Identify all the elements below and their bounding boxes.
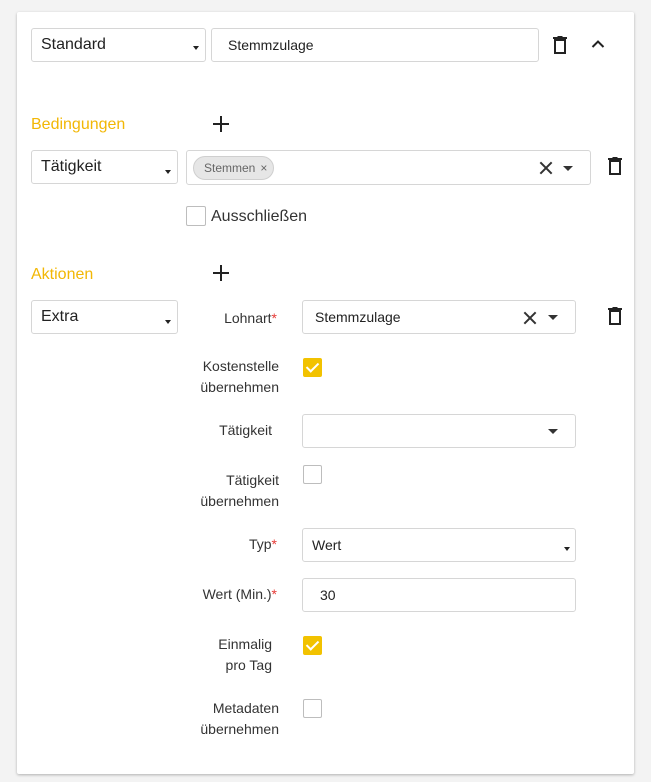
taetigkeit-select[interactable] [302,414,576,448]
metadaten-label-line2: übernehmen [200,721,279,737]
action-type-select[interactable]: Extra [31,300,178,334]
condition-field-value: Tätigkeit [41,158,102,175]
required-marker: * [271,536,277,552]
chevron-up-icon[interactable] [591,39,605,49]
add-condition-icon[interactable] [213,116,229,132]
rule-type-select[interactable]: Standard [31,28,206,62]
chip-remove-icon[interactable]: × [260,161,267,175]
exclude-label: Ausschließen [211,208,308,225]
caret-down-icon[interactable] [563,166,573,171]
lohnart-label: Lohnart* [177,308,277,329]
metadaten-checkbox[interactable] [303,699,322,718]
conditions-title: Bedingungen [31,116,126,133]
typ-label-text: Typ [248,536,272,552]
taetigkeit-uebernehmen-checkbox[interactable] [303,465,322,484]
chip-stemmen: Stemmen × [193,156,275,180]
actions-title: Aktionen [31,266,94,283]
kostenstelle-label-line1: Kostenstelle [202,358,279,374]
condition-field-select[interactable]: Tätigkeit [31,150,178,184]
wert-input[interactable]: 30 [302,578,576,612]
caret-down-icon[interactable] [548,315,558,320]
kostenstelle-label: Kostenstelle übernehmen [177,356,279,398]
lohnart-label-text: Lohnart [224,310,272,326]
rule-name-input[interactable]: Stemmzulage [211,28,539,62]
wert-label: Wert (Min.)* [177,584,277,605]
clear-icon[interactable] [523,311,537,325]
caret-down-icon [165,170,171,174]
taetigkeit-uebernehmen-label: Tätigkeit übernehmen [177,470,279,512]
kostenstelle-label-line2: übernehmen [200,379,279,395]
trash-icon[interactable] [608,307,622,325]
trash-icon[interactable] [553,36,567,54]
wert-label-text: Wert (Min.) [202,586,272,602]
einmalig-checkbox[interactable] [303,636,322,655]
required-marker: * [271,310,277,326]
typ-label: Typ* [177,534,277,555]
typ-select[interactable]: Wert [302,528,576,562]
lohnart-value: Stemmzulage [315,309,401,325]
rule-card: Standard Stemmzulage Bedingungen Tätigke… [17,12,634,774]
caret-down-icon [165,320,171,324]
caret-down-icon [564,547,570,551]
metadaten-label-line1: Metadaten [212,700,279,716]
lohnart-select[interactable]: Stemmzulage [302,300,576,334]
condition-value-multiselect[interactable]: Stemmen × [186,150,591,185]
taetigkeit-uebernehmen-line2: übernehmen [200,493,279,509]
einmalig-label-line2: pro Tag [225,657,272,673]
einmalig-label-line1: Einmalig [218,636,272,652]
taetigkeit-label: Tätigkeit [219,422,272,438]
metadaten-label: Metadaten übernehmen [177,698,279,740]
rule-name-value: Stemmzulage [228,37,314,53]
taetigkeit-uebernehmen-line1: Tätigkeit [226,472,279,488]
chip-label: Stemmen [204,161,256,175]
kostenstelle-checkbox[interactable] [303,358,322,377]
trash-icon[interactable] [608,157,622,175]
caret-down-icon[interactable] [548,429,558,434]
caret-down-icon [193,46,199,50]
required-marker: * [271,586,277,602]
add-action-icon[interactable] [213,265,229,281]
clear-icon[interactable] [539,161,553,175]
action-type-value: Extra [41,308,79,325]
rule-type-value: Standard [41,36,106,53]
exclude-checkbox[interactable] [186,206,206,226]
wert-value: 30 [320,587,336,603]
typ-value: Wert [312,537,342,553]
einmalig-label: Einmalig pro Tag [177,634,272,676]
